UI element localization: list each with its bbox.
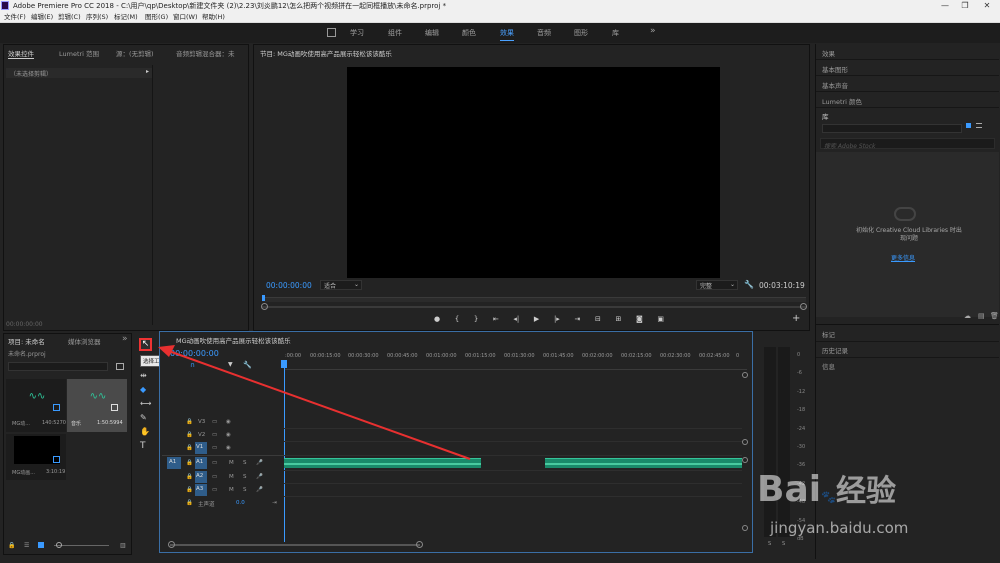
watermark-brand: Bai🐾经验: [757, 469, 897, 510]
watermark-url: jingyan.baidu.com: [770, 519, 909, 537]
paw-icon: 🐾: [821, 490, 837, 504]
meter-solo-left[interactable]: S: [768, 541, 771, 547]
meter-solo-right[interactable]: S: [782, 541, 785, 547]
